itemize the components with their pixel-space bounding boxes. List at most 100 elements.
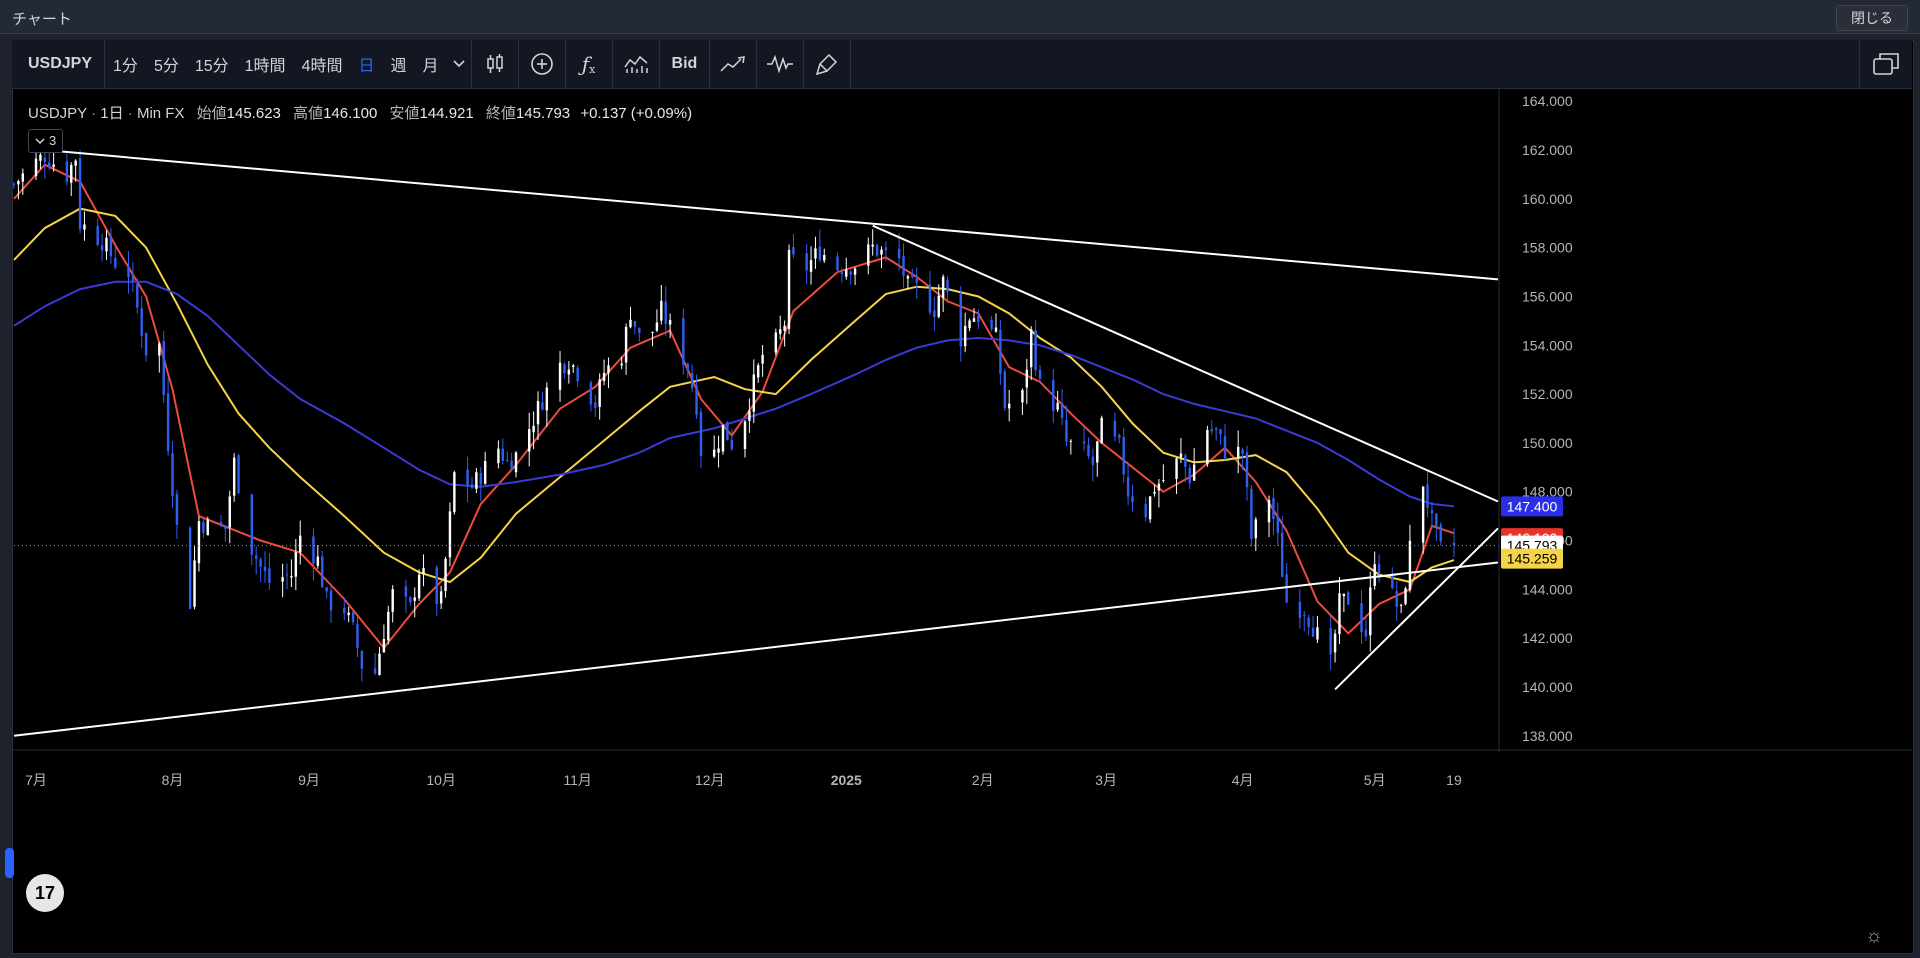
candle-body bbox=[651, 331, 654, 333]
candle-body bbox=[1377, 563, 1381, 574]
candle-body bbox=[1100, 417, 1103, 444]
candle-body bbox=[404, 586, 408, 597]
candle-body bbox=[805, 253, 808, 271]
candle-body bbox=[505, 459, 509, 461]
candle-body bbox=[968, 320, 971, 329]
candle-body bbox=[1096, 441, 1099, 463]
candle-body bbox=[1219, 429, 1222, 435]
legend-low-value: 144.921 bbox=[419, 105, 474, 122]
candle-body bbox=[1245, 452, 1249, 488]
candle-body bbox=[576, 367, 579, 382]
candle-body bbox=[444, 558, 447, 592]
trendline bbox=[44, 149, 1499, 281]
candle-body bbox=[845, 269, 848, 277]
tradingview-logo-icon[interactable]: 17 bbox=[26, 874, 64, 912]
x-tick-label: 12月 bbox=[695, 772, 725, 788]
candle-body bbox=[836, 256, 839, 271]
candle-body bbox=[435, 567, 438, 605]
candle-body bbox=[202, 522, 205, 534]
candle-body bbox=[937, 295, 940, 317]
candle-body bbox=[21, 173, 25, 182]
candle-body bbox=[470, 484, 474, 488]
candle-body bbox=[1333, 633, 1337, 653]
y-tick-label: 158.000 bbox=[1522, 240, 1573, 256]
x-tick-label: 11月 bbox=[563, 772, 592, 788]
candle-body bbox=[1373, 564, 1376, 586]
candle-body bbox=[417, 574, 421, 599]
candle-body bbox=[1188, 467, 1191, 484]
candle-body bbox=[17, 181, 20, 185]
candle-body bbox=[290, 576, 293, 578]
candle-body bbox=[779, 329, 782, 334]
candle-body bbox=[867, 244, 870, 266]
candle-body bbox=[413, 597, 416, 601]
candle-body bbox=[589, 382, 593, 405]
candle-body bbox=[1272, 497, 1275, 520]
candle-body bbox=[532, 425, 535, 433]
candle-body bbox=[422, 567, 425, 575]
candle-body bbox=[933, 310, 936, 318]
candle-body bbox=[114, 257, 117, 268]
candle-body bbox=[1254, 519, 1258, 539]
settings-gear-icon[interactable]: ☼ bbox=[1862, 924, 1886, 948]
candle-body bbox=[373, 668, 377, 674]
candle-body bbox=[752, 374, 756, 412]
price-chart[interactable]: 138.000140.000142.000144.000146.000148.0… bbox=[0, 0, 1920, 958]
candle-body bbox=[756, 365, 760, 378]
candle-body bbox=[1452, 542, 1456, 546]
indicator-list-toggle[interactable]: 3 bbox=[28, 129, 64, 153]
candle-body bbox=[439, 591, 443, 604]
candle-body bbox=[453, 472, 456, 513]
candle-body bbox=[254, 555, 258, 559]
candle-body bbox=[1007, 403, 1011, 409]
candle-body bbox=[1069, 440, 1073, 442]
candle-body bbox=[1021, 390, 1024, 403]
candle-body bbox=[541, 402, 544, 410]
candle-body bbox=[329, 590, 333, 611]
candle-body bbox=[175, 493, 179, 525]
candle-body bbox=[312, 536, 315, 564]
candle-body bbox=[294, 551, 298, 577]
legend-high-label: 高値 bbox=[293, 105, 324, 122]
legend-separator: · bbox=[91, 105, 101, 122]
candle-body bbox=[664, 301, 667, 325]
price-label-text: 145.259 bbox=[1507, 551, 1558, 567]
chevron-down-icon bbox=[35, 138, 45, 145]
candle-body bbox=[483, 461, 487, 484]
candle-body bbox=[1210, 429, 1213, 432]
candle-body bbox=[915, 278, 918, 283]
candle-body bbox=[1267, 499, 1271, 523]
candle-body bbox=[871, 244, 874, 247]
candle-body bbox=[814, 248, 817, 259]
y-tick-label: 142.000 bbox=[1522, 630, 1573, 646]
candle-body bbox=[382, 639, 386, 653]
price-axis-panel bbox=[1499, 89, 1912, 752]
candle-body bbox=[1184, 455, 1187, 467]
candle-body bbox=[1236, 446, 1240, 459]
x-tick-label: 19 bbox=[1446, 772, 1462, 788]
candle-body bbox=[1298, 601, 1302, 618]
side-panel-handle[interactable] bbox=[5, 848, 14, 878]
candle-body bbox=[620, 363, 623, 366]
candle-body bbox=[1338, 593, 1341, 635]
candle-body bbox=[219, 522, 223, 525]
candle-body bbox=[884, 247, 888, 251]
y-tick-label: 164.000 bbox=[1522, 93, 1573, 109]
candle-body bbox=[1157, 483, 1161, 491]
candle-body bbox=[1056, 402, 1059, 410]
candle-body bbox=[387, 611, 390, 641]
candle-body bbox=[897, 248, 901, 259]
candle-body bbox=[840, 272, 844, 275]
candle-body bbox=[347, 612, 350, 616]
candle-body bbox=[510, 460, 513, 470]
candle-body bbox=[712, 449, 716, 457]
x-tick-label: 5月 bbox=[1364, 772, 1386, 788]
candle-body bbox=[655, 322, 659, 331]
candle-body bbox=[1281, 532, 1284, 577]
candle-body bbox=[105, 237, 108, 252]
candle-body bbox=[730, 439, 733, 449]
candle-body bbox=[1430, 510, 1434, 514]
candle-body bbox=[162, 341, 165, 396]
candle-body bbox=[607, 365, 610, 374]
candle-body bbox=[479, 473, 482, 485]
